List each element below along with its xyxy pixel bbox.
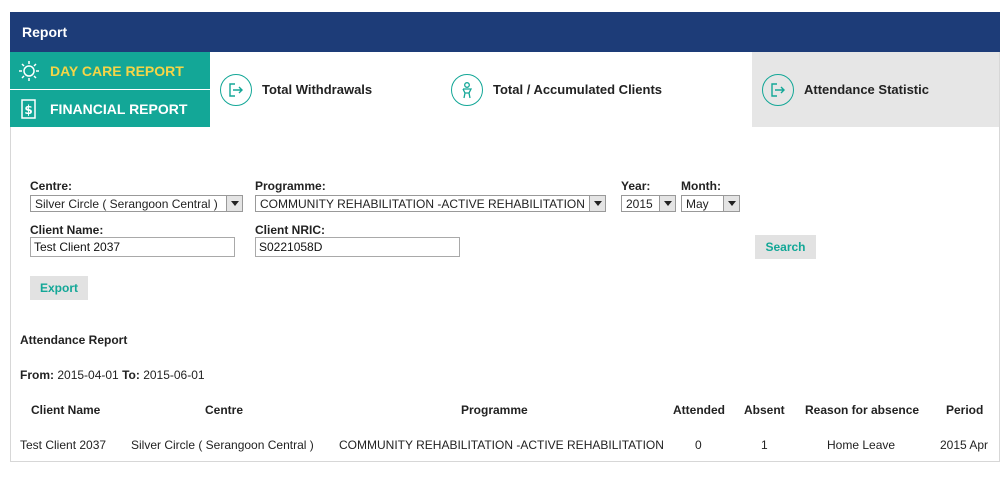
chevron-down-icon bbox=[589, 196, 605, 211]
programme-label: Programme: bbox=[255, 179, 326, 193]
chevron-down-icon bbox=[723, 196, 739, 211]
year-label: Year: bbox=[621, 179, 651, 193]
search-button[interactable]: Search bbox=[755, 235, 816, 259]
to-label: To: bbox=[122, 368, 140, 382]
svg-text:$: $ bbox=[24, 103, 32, 117]
column-header-centre: Centre bbox=[205, 403, 244, 417]
column-header-absent: Absent bbox=[744, 403, 785, 417]
tab-total-accumulated-clients[interactable]: Total / Accumulated Clients bbox=[451, 52, 741, 127]
column-header-period: Period bbox=[946, 403, 984, 417]
centre-select[interactable]: Silver Circle ( Serangoon Central ) bbox=[30, 195, 243, 212]
chevron-down-icon bbox=[659, 196, 675, 211]
centre-label: Centre: bbox=[30, 179, 73, 193]
report-title: Attendance Report bbox=[20, 333, 128, 347]
programme-select-value: COMMUNITY REHABILITATION -ACTIVE REHABIL… bbox=[260, 196, 585, 211]
page-title: Report bbox=[10, 12, 1000, 52]
from-date: 2015-04-01 bbox=[57, 368, 119, 382]
exit-arrow-icon bbox=[762, 73, 794, 106]
chevron-down-icon bbox=[226, 196, 242, 211]
export-button[interactable]: Export bbox=[30, 276, 88, 300]
column-header-client-name: Client Name bbox=[31, 403, 101, 417]
cell-attended: 0 bbox=[695, 438, 702, 452]
tab-label: Attendance Statistic bbox=[804, 82, 929, 97]
column-header-programme: Programme bbox=[461, 403, 528, 417]
dollar-document-icon: $ bbox=[18, 98, 40, 120]
to-date: 2015-06-01 bbox=[143, 368, 205, 382]
tab-label: Total / Accumulated Clients bbox=[493, 82, 663, 97]
client-name-input[interactable] bbox=[30, 237, 235, 257]
side-nav-day-care-report[interactable]: DAY CARE REPORT bbox=[10, 52, 210, 90]
client-nric-label: Client NRIC: bbox=[255, 223, 325, 237]
side-nav-label: DAY CARE REPORT bbox=[50, 62, 184, 79]
cell-client-name: Test Client 2037 bbox=[20, 438, 107, 452]
month-select[interactable]: May bbox=[681, 195, 740, 212]
side-nav-financial-report[interactable]: $ FINANCIAL REPORT bbox=[10, 90, 210, 127]
column-header-attended: Attended bbox=[673, 403, 725, 417]
column-header-reason-for-absence: Reason for absence bbox=[805, 403, 920, 417]
client-nric-input[interactable] bbox=[255, 237, 460, 257]
tab-total-withdrawals[interactable]: Total Withdrawals bbox=[220, 52, 430, 127]
tab-attendance-statistic[interactable]: Attendance Statistic bbox=[752, 52, 999, 127]
year-select-value: 2015 bbox=[626, 196, 653, 211]
programme-select[interactable]: COMMUNITY REHABILITATION -ACTIVE REHABIL… bbox=[255, 195, 606, 212]
from-label: From: bbox=[20, 368, 54, 382]
centre-select-value: Silver Circle ( Serangoon Central ) bbox=[35, 196, 218, 211]
month-label: Month: bbox=[681, 179, 721, 193]
month-select-value: May bbox=[686, 196, 709, 211]
cell-centre: Silver Circle ( Serangoon Central ) bbox=[131, 438, 314, 452]
exit-arrow-icon bbox=[220, 73, 252, 106]
year-select[interactable]: 2015 bbox=[621, 195, 676, 212]
report-date-range: From: 2015-04-01 To: 2015-06-01 bbox=[20, 368, 205, 382]
cell-reason-for-absence: Home Leave bbox=[827, 438, 896, 452]
side-nav: DAY CARE REPORT $ FINANCIAL REPORT bbox=[10, 52, 210, 127]
side-nav-label: FINANCIAL REPORT bbox=[50, 100, 188, 117]
sun-icon bbox=[18, 60, 40, 82]
client-name-label: Client Name: bbox=[30, 223, 104, 237]
tab-label: Total Withdrawals bbox=[262, 82, 373, 97]
cell-period: 2015 Apr bbox=[940, 438, 989, 452]
person-icon bbox=[451, 73, 483, 106]
cell-programme: COMMUNITY REHABILITATION -ACTIVE REHABIL… bbox=[339, 438, 664, 452]
cell-absent: 1 bbox=[761, 438, 768, 452]
